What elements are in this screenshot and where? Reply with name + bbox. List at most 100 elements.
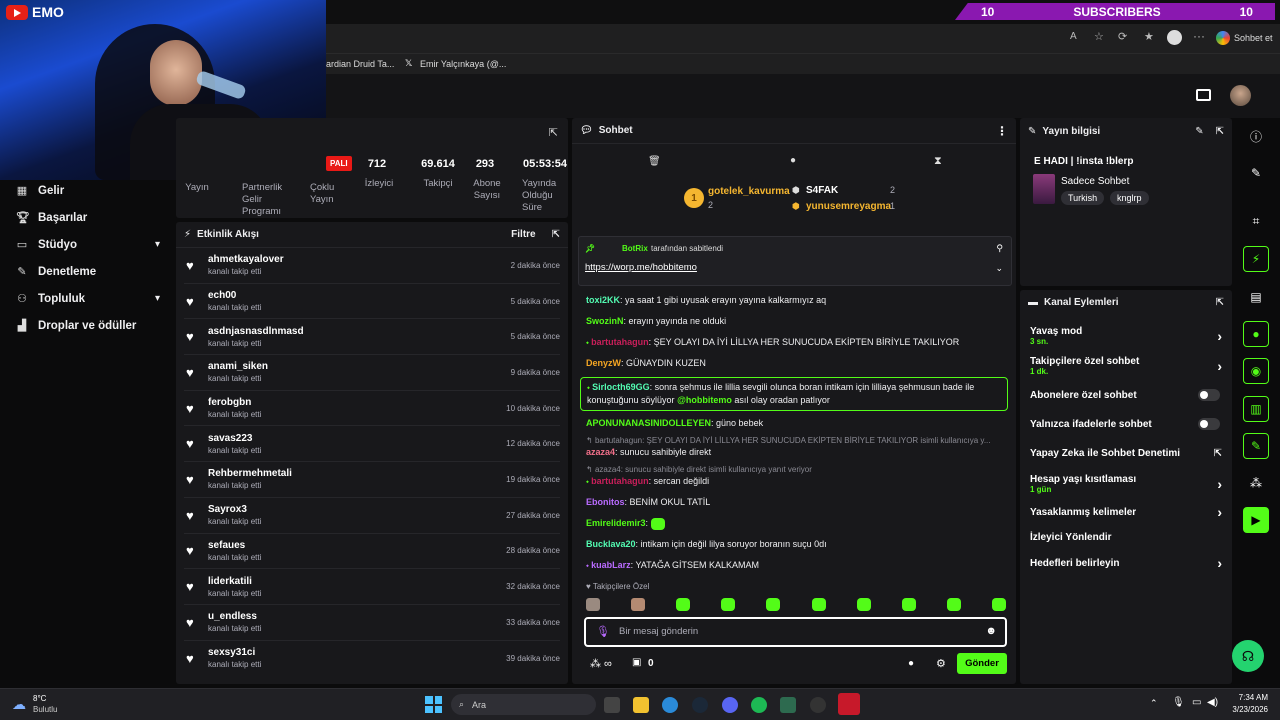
activity-user[interactable]: ahmetkayalover (208, 254, 284, 265)
emote-icon[interactable] (856, 598, 871, 611)
sidebar-item-topluluk[interactable]: ⚇ Topluluk ▾ (0, 285, 172, 312)
chat-username[interactable]: bartutahagun (591, 476, 649, 486)
chevron-down-icon[interactable]: ▾ (155, 239, 160, 250)
clipboard-icon[interactable]: ▤ (1243, 284, 1269, 310)
emoji-icon[interactable]: ☻ (985, 625, 997, 637)
chat-username[interactable]: APONUNANASINIDOLLEYEN (586, 418, 711, 428)
edit-icon[interactable]: ✎ (1243, 160, 1269, 186)
favorites-icon[interactable]: ★ (1144, 30, 1154, 43)
steam-icon[interactable] (692, 697, 708, 713)
chat-settings-icon[interactable]: ● (908, 658, 914, 669)
activity-user[interactable]: anami_siken (208, 361, 268, 372)
leader-name[interactable]: S4FAK (806, 185, 838, 196)
emotes-only-toggle[interactable] (1198, 418, 1220, 430)
category-thumbnail[interactable] (1033, 174, 1055, 204)
emote-icon[interactable] (811, 598, 826, 611)
app-icon[interactable] (838, 693, 860, 715)
action-banned-words[interactable]: Yasaklanmış kelimeler › (1020, 504, 1232, 520)
chat-username[interactable]: Sirlocth69GG (592, 382, 650, 392)
popout-icon[interactable]: ⇱ (552, 229, 560, 240)
activity-user[interactable]: ech00 (208, 290, 261, 301)
taskbar-search[interactable]: ⌕ Ara (451, 694, 596, 715)
action-ai-moderation[interactable]: Yapay Zeka ile Sohbet Denetimi ⇱ (1020, 446, 1232, 460)
user-avatar[interactable] (1230, 85, 1251, 106)
edge-icon[interactable] (662, 697, 678, 713)
discord-icon[interactable] (722, 697, 738, 713)
sidebar-item-gelir[interactable]: ▦ Gelir (0, 177, 172, 204)
profile-avatar[interactable] (1167, 30, 1182, 45)
subscribers-only-toggle[interactable] (1198, 389, 1220, 401)
gear-icon[interactable]: ⚙ (936, 657, 946, 670)
sidebar-item-basarilar[interactable]: 🏆︎ Başarılar (0, 204, 172, 231)
pinned-message[interactable]: 📌︎ BotRix tarafından sabitlendi https://… (578, 236, 1012, 286)
camera-icon[interactable] (1196, 89, 1211, 101)
obs-icon[interactable] (810, 697, 826, 713)
chat-username[interactable]: Bucklava20 (586, 539, 636, 549)
wrench-icon[interactable]: ✎ (1243, 433, 1269, 459)
weather-temp[interactable]: 8°C (33, 694, 46, 703)
action-slow-mode[interactable]: Yavaş mod 3 sn. › (1020, 324, 1232, 348)
popout-icon[interactable]: ⇱ (549, 126, 558, 139)
edit-icon[interactable]: ✎ (1195, 126, 1203, 137)
lightning-icon[interactable]: ⚡︎ (1243, 246, 1269, 272)
info-icon[interactable]: ⓘ (1243, 123, 1269, 149)
task-view-icon[interactable] (604, 697, 620, 713)
category-name[interactable]: Sadece Sohbet (1061, 176, 1129, 187)
emote-icon[interactable] (991, 598, 1006, 611)
chat-icon[interactable]: ● (1243, 321, 1269, 347)
points-icon[interactable]: ⁂ (1243, 470, 1269, 496)
clip-icon[interactable]: ▶ (1243, 507, 1269, 533)
chat-input[interactable]: 🎙︎ Bir mesaj gönderin ☻ (584, 617, 1007, 647)
microphone-icon[interactable]: 🎙︎ (596, 625, 610, 638)
sohbet-et-button[interactable]: Sohbet et (1234, 33, 1273, 43)
network-icon[interactable]: ▭ (1192, 697, 1201, 708)
chat-username[interactable]: bartutahagun (591, 337, 649, 347)
favorite-star-icon[interactable]: ☆ (1094, 30, 1104, 43)
activity-user[interactable]: savas223 (208, 433, 261, 444)
popout-icon[interactable]: ⇱ (1216, 126, 1224, 137)
terminal-icon[interactable] (780, 697, 796, 713)
send-button[interactable]: Gönder (957, 653, 1007, 674)
hourglass-icon[interactable]: ⧗ (934, 155, 942, 168)
chevron-up-icon[interactable]: ⌃ (1150, 698, 1158, 709)
windows-start-icon[interactable] (425, 696, 442, 713)
emote-icon[interactable] (901, 598, 916, 611)
sidebar-item-denetleme[interactable]: ✎ Denetleme (0, 258, 172, 285)
sidebar-item-droplar[interactable]: ▟ Droplar ve ödüller (0, 312, 172, 339)
trash-icon[interactable]: 🗑︎ (648, 156, 661, 167)
activity-user[interactable]: ferobgbn (208, 397, 261, 408)
action-host[interactable]: İzleyici Yönlendir (1020, 530, 1232, 544)
points-icon[interactable]: ⁂ ∞ (590, 657, 612, 670)
activity-user[interactable]: Sayrox3 (208, 504, 261, 515)
action-goals[interactable]: Hedefleri belirleyin › (1020, 555, 1232, 571)
bookmark-item[interactable]: ardian Druid Ta... (326, 59, 394, 69)
more-menu-icon[interactable]: ··· (1193, 29, 1205, 43)
microphone-icon[interactable]: 🎙︎ (1172, 697, 1185, 708)
chat-username[interactable]: Emirelidemir3 (586, 518, 646, 528)
chat-username[interactable]: toxi2KK (586, 295, 620, 305)
emote-icon[interactable] (946, 598, 961, 611)
activity-user[interactable]: sefaues (208, 540, 261, 551)
emote-icon[interactable] (586, 598, 600, 611)
popout-icon[interactable]: ⇱ (1216, 297, 1224, 308)
chat-username[interactable]: azaza4 (586, 447, 615, 457)
pin-icon[interactable]: ⚲ (996, 243, 1003, 254)
dashboard-icon[interactable]: ▥ (1243, 396, 1269, 422)
emote-icon[interactable] (676, 598, 691, 611)
pinned-link[interactable]: https://worp.me/hobbitemo (585, 262, 697, 273)
support-chat-icon[interactable]: ☊ (1232, 640, 1264, 672)
leader-name[interactable]: yunusemreyagma (806, 201, 891, 212)
more-options-icon[interactable]: ⋮ (996, 124, 1008, 138)
chat-mention[interactable]: @hobbitemo (677, 395, 732, 405)
activity-user[interactable]: asdnjasnasdlnmasd (208, 326, 304, 337)
chat-username[interactable]: kuabLarz (591, 560, 631, 570)
volume-icon[interactable]: ◀) (1207, 697, 1218, 708)
emote-icon[interactable] (721, 598, 736, 611)
sidebar-item-studyo[interactable]: ▭ Stüdyo ▾ (0, 231, 172, 258)
activity-user[interactable]: liderkatili (208, 576, 261, 587)
chevron-down-icon[interactable]: ▾ (155, 293, 160, 304)
tag[interactable]: knglrp (1110, 191, 1149, 205)
spotify-icon[interactable] (751, 697, 767, 713)
emote-icon[interactable] (766, 598, 781, 611)
chevron-down-icon[interactable]: ⌄ (995, 263, 1003, 274)
